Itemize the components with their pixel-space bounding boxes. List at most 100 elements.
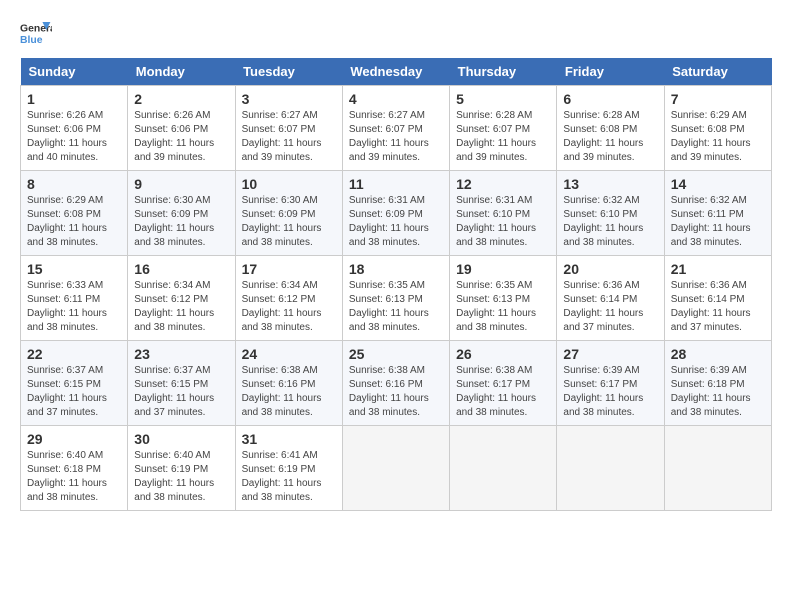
day-number: 23: [134, 346, 228, 362]
day-info: Sunrise: 6:36 AMSunset: 6:14 PMDaylight:…: [671, 279, 765, 335]
day-info: Sunrise: 6:32 AMSunset: 6:10 PMDaylight:…: [563, 194, 657, 250]
day-info: Sunrise: 6:27 AMSunset: 6:07 PMDaylight:…: [242, 109, 336, 165]
day-info: Sunrise: 6:30 AMSunset: 6:09 PMDaylight:…: [134, 194, 228, 250]
day-number: 21: [671, 261, 765, 277]
calendar-cell: 15 Sunrise: 6:33 AMSunset: 6:11 PMDayligh…: [21, 256, 128, 341]
calendar-cell: 22 Sunrise: 6:37 AMSunset: 6:15 PMDayligh…: [21, 341, 128, 426]
weekday-header: Tuesday: [235, 58, 342, 86]
calendar-table: SundayMondayTuesdayWednesdayThursdayFrid…: [20, 58, 772, 511]
day-info: Sunrise: 6:33 AMSunset: 6:11 PMDaylight:…: [27, 279, 121, 335]
day-info: Sunrise: 6:34 AMSunset: 6:12 PMDaylight:…: [134, 279, 228, 335]
day-number: 20: [563, 261, 657, 277]
day-number: 19: [456, 261, 550, 277]
day-number: 6: [563, 91, 657, 107]
calendar-body: 1 Sunrise: 6:26 AMSunset: 6:06 PMDaylight…: [21, 86, 772, 511]
day-number: 24: [242, 346, 336, 362]
day-number: 8: [27, 176, 121, 192]
calendar-cell: [342, 426, 449, 511]
day-number: 27: [563, 346, 657, 362]
weekday-header: Sunday: [21, 58, 128, 86]
calendar-cell: 9 Sunrise: 6:30 AMSunset: 6:09 PMDaylight…: [128, 171, 235, 256]
weekday-header: Saturday: [664, 58, 771, 86]
day-info: Sunrise: 6:38 AMSunset: 6:16 PMDaylight:…: [349, 364, 443, 420]
calendar-cell: 11Sunrise: 6:31 AMSunset: 6:09 PMDayligh…: [342, 171, 449, 256]
calendar-cell: 5Sunrise: 6:28 AMSunset: 6:07 PMDaylight…: [450, 86, 557, 171]
day-info: Sunrise: 6:26 AMSunset: 6:06 PMDaylight:…: [134, 109, 228, 165]
day-info: Sunrise: 6:27 AMSunset: 6:07 PMDaylight:…: [349, 109, 443, 165]
day-number: 2: [134, 91, 228, 107]
logo-icon: General Blue: [20, 20, 52, 48]
calendar-cell: 24Sunrise: 6:38 AMSunset: 6:16 PMDayligh…: [235, 341, 342, 426]
day-number: 7: [671, 91, 765, 107]
weekday-header: Thursday: [450, 58, 557, 86]
day-info: Sunrise: 6:35 AMSunset: 6:13 PMDaylight:…: [349, 279, 443, 335]
calendar-cell: 1 Sunrise: 6:26 AMSunset: 6:06 PMDaylight…: [21, 86, 128, 171]
weekday-header: Monday: [128, 58, 235, 86]
calendar-cell: 20 Sunrise: 6:36 AMSunset: 6:14 PMDayligh…: [557, 256, 664, 341]
calendar-cell: 8 Sunrise: 6:29 AMSunset: 6:08 PMDaylight…: [21, 171, 128, 256]
day-number: 30: [134, 431, 228, 447]
day-number: 26: [456, 346, 550, 362]
day-number: 15: [27, 261, 121, 277]
day-number: 29: [27, 431, 121, 447]
calendar-cell: 13 Sunrise: 6:32 AMSunset: 6:10 PMDayligh…: [557, 171, 664, 256]
day-number: 25: [349, 346, 443, 362]
calendar-cell: 10 Sunrise: 6:30 AMSunset: 6:09 PMDayligh…: [235, 171, 342, 256]
day-info: Sunrise: 6:29 AMSunset: 6:08 PMDaylight:…: [27, 194, 121, 250]
calendar-cell: 19 Sunrise: 6:35 AMSunset: 6:13 PMDayligh…: [450, 256, 557, 341]
svg-text:Blue: Blue: [20, 35, 43, 46]
day-number: 3: [242, 91, 336, 107]
day-number: 12: [456, 176, 550, 192]
calendar-cell: 30 Sunrise: 6:40 AMSunset: 6:19 PMDayligh…: [128, 426, 235, 511]
day-info: Sunrise: 6:28 AMSunset: 6:07 PMDaylight:…: [456, 109, 550, 165]
day-info: Sunrise: 6:30 AMSunset: 6:09 PMDaylight:…: [242, 194, 336, 250]
day-info: Sunrise: 6:28 AMSunset: 6:08 PMDaylight:…: [563, 109, 657, 165]
calendar-cell: 31 Sunrise: 6:41 AMSunset: 6:19 PMDayligh…: [235, 426, 342, 511]
day-number: 31: [242, 431, 336, 447]
calendar-cell: 4 Sunrise: 6:27 AMSunset: 6:07 PMDaylight…: [342, 86, 449, 171]
calendar-cell: 27 Sunrise: 6:39 AMSunset: 6:17 PMDayligh…: [557, 341, 664, 426]
day-info: Sunrise: 6:36 AMSunset: 6:14 PMDaylight:…: [563, 279, 657, 335]
day-number: 13: [563, 176, 657, 192]
day-number: 22: [27, 346, 121, 362]
calendar-cell: 17 Sunrise: 6:34 AMSunset: 6:12 PMDayligh…: [235, 256, 342, 341]
calendar-week-row: 29Sunrise: 6:40 AMSunset: 6:18 PMDayligh…: [21, 426, 772, 511]
day-info: Sunrise: 6:37 AMSunset: 6:15 PMDaylight:…: [27, 364, 121, 420]
day-number: 11: [349, 176, 443, 192]
day-number: 10: [242, 176, 336, 192]
day-number: 9: [134, 176, 228, 192]
calendar-cell: 25 Sunrise: 6:38 AMSunset: 6:16 PMDayligh…: [342, 341, 449, 426]
calendar-cell: 7 Sunrise: 6:29 AMSunset: 6:08 PMDaylight…: [664, 86, 771, 171]
day-info: Sunrise: 6:35 AMSunset: 6:13 PMDaylight:…: [456, 279, 550, 335]
day-number: 16: [134, 261, 228, 277]
calendar-week-row: 22 Sunrise: 6:37 AMSunset: 6:15 PMDayligh…: [21, 341, 772, 426]
day-number: 4: [349, 91, 443, 107]
calendar-cell: 23 Sunrise: 6:37 AMSunset: 6:15 PMDayligh…: [128, 341, 235, 426]
day-info: Sunrise: 6:29 AMSunset: 6:08 PMDaylight:…: [671, 109, 765, 165]
day-info: Sunrise: 6:31 AMSunset: 6:10 PMDaylight:…: [456, 194, 550, 250]
day-info: Sunrise: 6:37 AMSunset: 6:15 PMDaylight:…: [134, 364, 228, 420]
calendar-cell: 12 Sunrise: 6:31 AMSunset: 6:10 PMDayligh…: [450, 171, 557, 256]
calendar-cell: 28 Sunrise: 6:39 AMSunset: 6:18 PMDayligh…: [664, 341, 771, 426]
day-info: Sunrise: 6:32 AMSunset: 6:11 PMDaylight:…: [671, 194, 765, 250]
day-info: Sunrise: 6:26 AMSunset: 6:06 PMDaylight:…: [27, 109, 121, 165]
day-info: Sunrise: 6:39 AMSunset: 6:17 PMDaylight:…: [563, 364, 657, 420]
logo: General Blue: [20, 20, 52, 48]
calendar-week-row: 1 Sunrise: 6:26 AMSunset: 6:06 PMDaylight…: [21, 86, 772, 171]
calendar-cell: 2 Sunrise: 6:26 AMSunset: 6:06 PMDaylight…: [128, 86, 235, 171]
day-number: 18: [349, 261, 443, 277]
day-number: 17: [242, 261, 336, 277]
day-number: 28: [671, 346, 765, 362]
calendar-cell: 3 Sunrise: 6:27 AMSunset: 6:07 PMDaylight…: [235, 86, 342, 171]
calendar-week-row: 8 Sunrise: 6:29 AMSunset: 6:08 PMDaylight…: [21, 171, 772, 256]
day-info: Sunrise: 6:40 AMSunset: 6:19 PMDaylight:…: [134, 449, 228, 505]
day-info: Sunrise: 6:34 AMSunset: 6:12 PMDaylight:…: [242, 279, 336, 335]
day-info: Sunrise: 6:39 AMSunset: 6:18 PMDaylight:…: [671, 364, 765, 420]
calendar-cell: 29Sunrise: 6:40 AMSunset: 6:18 PMDayligh…: [21, 426, 128, 511]
weekday-header: Friday: [557, 58, 664, 86]
calendar-cell: 26Sunrise: 6:38 AMSunset: 6:17 PMDayligh…: [450, 341, 557, 426]
page-header: General Blue: [20, 20, 772, 48]
day-info: Sunrise: 6:41 AMSunset: 6:19 PMDaylight:…: [242, 449, 336, 505]
day-number: 1: [27, 91, 121, 107]
day-number: 14: [671, 176, 765, 192]
